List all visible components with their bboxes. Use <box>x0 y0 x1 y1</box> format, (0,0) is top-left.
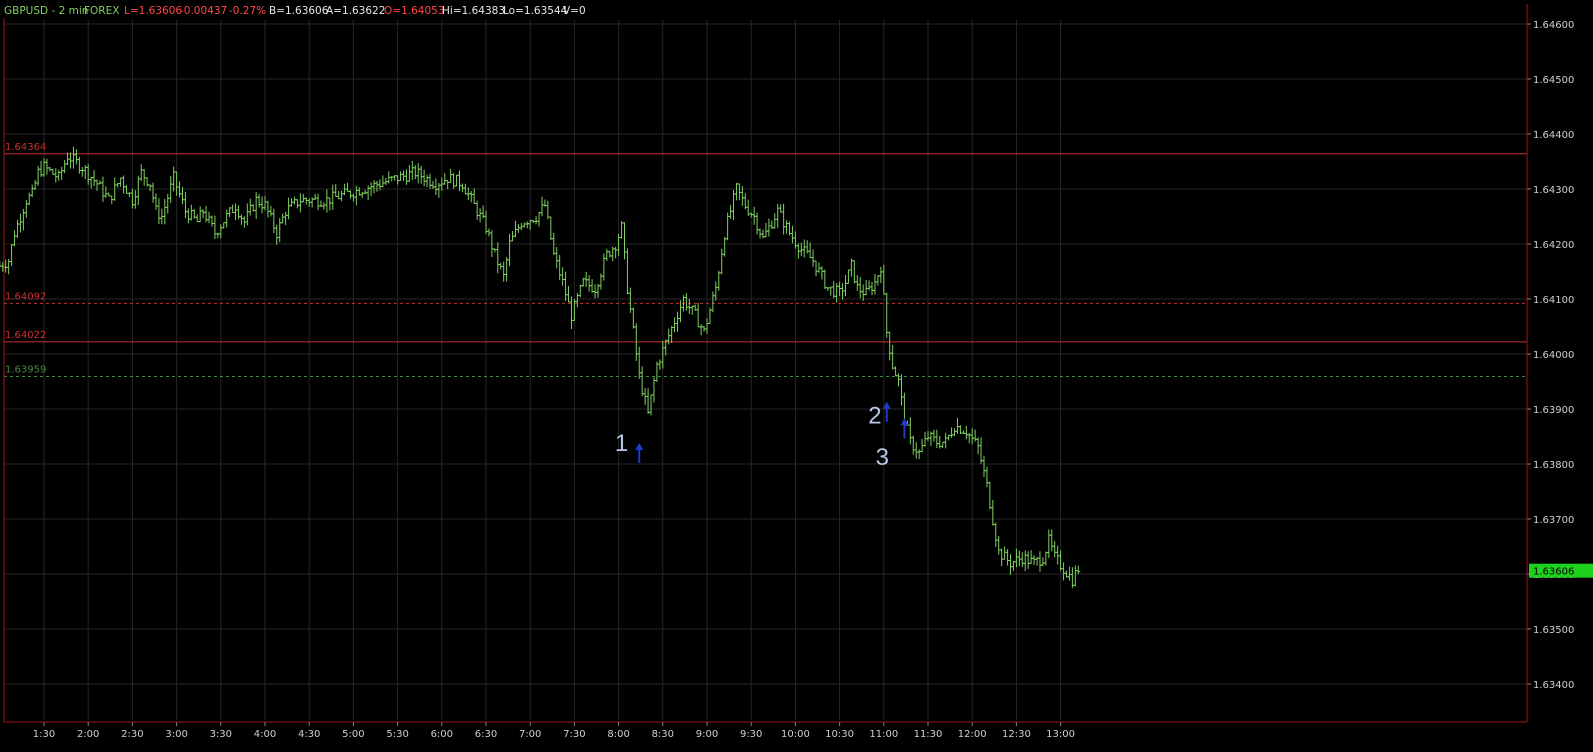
chart-background <box>0 0 1593 752</box>
x-tick-label: 9:30 <box>740 729 762 740</box>
change-value: -0.00437 <box>180 5 227 17</box>
y-tick-label: 1.64300 <box>1533 185 1574 196</box>
x-tick-label: 3:30 <box>210 729 232 740</box>
x-tick-label: 12:30 <box>1002 729 1031 740</box>
level-label: 1.64364 <box>5 142 46 153</box>
open-value: O=1.64053 <box>384 5 444 17</box>
x-tick-label: 12:00 <box>958 729 987 740</box>
x-tick-label: 2:30 <box>121 729 143 740</box>
symbol-label[interactable]: GBPUSD - 2 min <box>4 5 88 17</box>
low-value: Lo=1.63544 <box>503 5 568 17</box>
x-tick-label: 10:30 <box>825 729 854 740</box>
bid-value: B=1.63606 <box>269 5 329 17</box>
annotation-label: 1 <box>615 430 628 457</box>
x-tick-label: 10:00 <box>781 729 810 740</box>
header-bar: GBPUSD - 2 min FOREX L=1.63606 -0.00437 … <box>4 5 586 17</box>
x-tick-label: 4:00 <box>254 729 276 740</box>
y-tick-label: 1.63900 <box>1533 405 1574 416</box>
x-tick-label: 11:00 <box>869 729 898 740</box>
volume-value: V=0 <box>563 5 586 17</box>
last-price-label: 1.63606 <box>1533 567 1574 578</box>
y-tick-label: 1.64100 <box>1533 295 1574 306</box>
x-tick-label: 8:30 <box>652 729 674 740</box>
x-tick-label: 6:30 <box>475 729 497 740</box>
x-tick-label: 13:00 <box>1046 729 1075 740</box>
x-tick-label: 5:30 <box>386 729 408 740</box>
y-tick-label: 1.63400 <box>1533 680 1574 691</box>
x-tick-label: 8:00 <box>607 729 629 740</box>
level-label: 1.63959 <box>5 365 46 376</box>
x-tick-label: 1:30 <box>33 729 55 740</box>
last-value: L=1.63606 <box>124 5 182 17</box>
y-tick-label: 1.64600 <box>1533 20 1574 31</box>
x-tick-label: 11:30 <box>914 729 943 740</box>
x-tick-label: 2:00 <box>77 729 99 740</box>
market-label: FOREX <box>84 5 119 17</box>
x-tick-label: 6:00 <box>431 729 453 740</box>
change-percent: -0.27% <box>229 5 266 17</box>
annotation-label: 3 <box>876 444 889 471</box>
high-value: Hi=1.64383 <box>442 5 505 17</box>
y-tick-label: 1.64400 <box>1533 130 1574 141</box>
x-tick-label: 7:00 <box>519 729 541 740</box>
x-tick-label: 5:00 <box>342 729 364 740</box>
ask-value: A=1.63622 <box>326 5 385 17</box>
x-tick-label: 9:00 <box>696 729 718 740</box>
level-label: 1.64022 <box>5 330 46 341</box>
y-tick-label: 1.64000 <box>1533 350 1574 361</box>
x-tick-label: 3:00 <box>165 729 187 740</box>
level-label: 1.64092 <box>5 291 46 302</box>
y-tick-label: 1.63700 <box>1533 515 1574 526</box>
x-tick-label: 7:30 <box>563 729 585 740</box>
y-tick-label: 1.64200 <box>1533 240 1574 251</box>
annotation-label: 2 <box>868 403 881 430</box>
x-tick-label: 4:30 <box>298 729 320 740</box>
price-chart: 1.64364 1.64092 1.64022 1.63959 1.64600 1.64… <box>0 0 1593 752</box>
y-tick-label: 1.63500 <box>1533 625 1574 636</box>
y-tick-label: 1.63800 <box>1533 460 1574 471</box>
y-tick-label: 1.64500 <box>1533 75 1574 86</box>
